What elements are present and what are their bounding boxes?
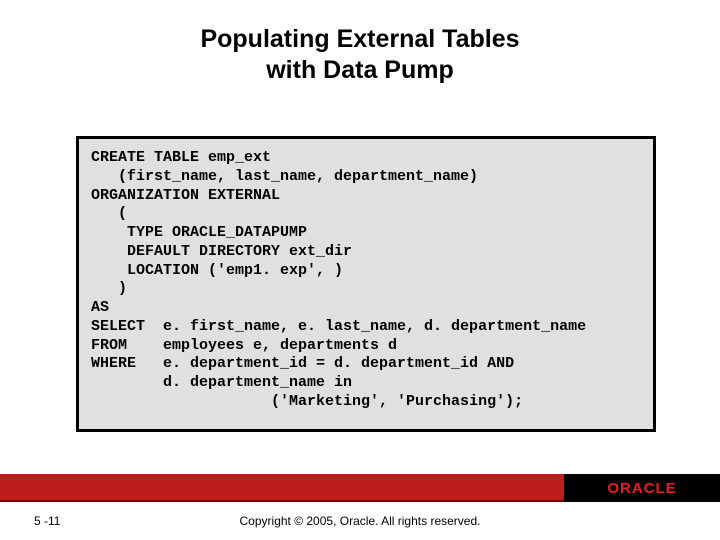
code-line: ) bbox=[91, 280, 127, 297]
code-line: AS bbox=[91, 299, 109, 316]
slide: Populating External Tables with Data Pum… bbox=[0, 0, 720, 540]
footer-accent bbox=[0, 474, 564, 502]
footer-bar: ORACLE bbox=[0, 474, 720, 502]
title-line-1: Populating External Tables bbox=[0, 24, 720, 55]
code-line: ( bbox=[91, 205, 127, 222]
title-line-2: with Data Pump bbox=[0, 55, 720, 86]
code-content: CREATE TABLE emp_ext (first_name, last_n… bbox=[91, 149, 641, 412]
code-line: WHERE e. department_id = d. department_i… bbox=[91, 355, 514, 372]
code-line: SELECT e. first_name, e. last_name, d. d… bbox=[91, 318, 586, 335]
brand-text: ORACLE bbox=[607, 480, 676, 497]
code-line: LOCATION ('emp1. exp', ) bbox=[91, 262, 343, 279]
slide-title: Populating External Tables with Data Pum… bbox=[0, 0, 720, 87]
code-line: (first_name, last_name, department_name) bbox=[91, 168, 478, 185]
code-line: CREATE TABLE emp_ext bbox=[91, 149, 271, 166]
code-line: ('Marketing', 'Purchasing'); bbox=[91, 393, 523, 410]
brand-logo: ORACLE bbox=[564, 474, 720, 502]
footer-info: 5 -11 Copyright © 2005, Oracle. All righ… bbox=[0, 510, 720, 530]
code-line: TYPE ORACLE_DATAPUMP bbox=[91, 224, 307, 241]
code-block: CREATE TABLE emp_ext (first_name, last_n… bbox=[76, 136, 656, 432]
code-line: DEFAULT DIRECTORY ext_dir bbox=[91, 243, 352, 260]
code-line: FROM employees e, departments d bbox=[91, 337, 397, 354]
code-line: d. department_name in bbox=[91, 374, 352, 391]
copyright-text: Copyright © 2005, Oracle. All rights res… bbox=[0, 514, 720, 528]
code-line: ORGANIZATION EXTERNAL bbox=[91, 187, 280, 204]
